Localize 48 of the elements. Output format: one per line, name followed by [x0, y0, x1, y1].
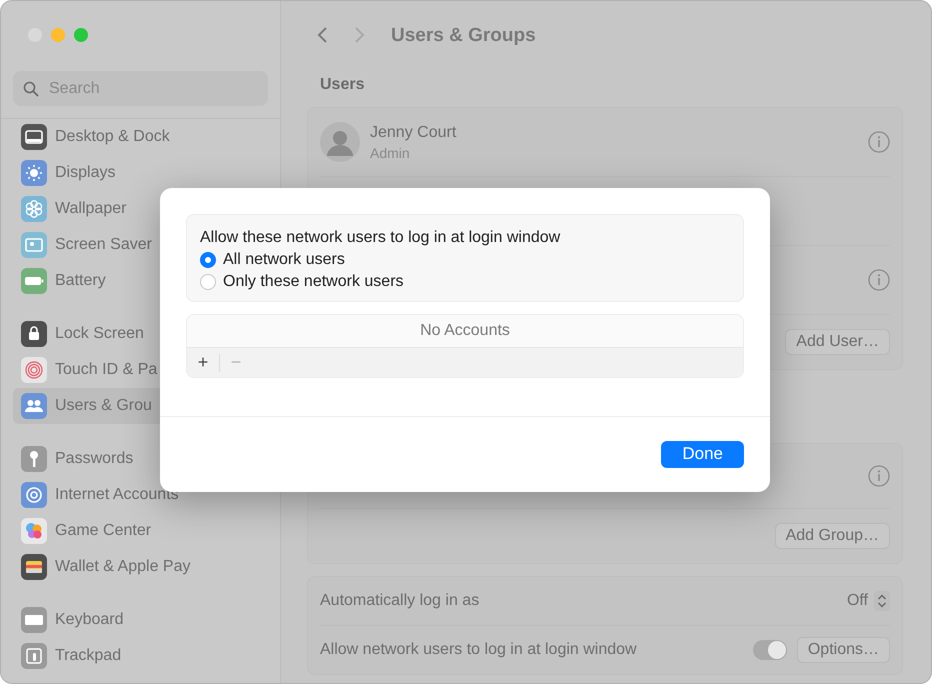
minimize-button[interactable]: [51, 28, 65, 42]
sidebar-item[interactable]: Wallet & Apple Pay: [13, 549, 268, 585]
add-button[interactable]: +: [191, 352, 215, 373]
sidebar-item[interactable]: Desktop & Dock: [13, 119, 268, 155]
sun-icon: [21, 160, 47, 186]
zoom-button[interactable]: [74, 28, 88, 42]
option-label: Automatically log in as: [320, 592, 480, 610]
chevron-right-icon: [354, 26, 366, 44]
sidebar-item[interactable]: Keyboard: [13, 602, 268, 638]
info-icon[interactable]: [868, 131, 890, 153]
stepper-icon: [874, 591, 890, 611]
section-heading: Users: [319, 75, 366, 95]
empty-list-text: No Accounts: [187, 315, 743, 348]
info-icon[interactable]: [868, 269, 890, 291]
radio-option[interactable]: Only these network users: [200, 273, 730, 291]
sidebar-item[interactable]: Passwords: [13, 441, 268, 477]
fingerprint-icon: [21, 357, 47, 383]
options-button[interactable]: Options…: [796, 637, 890, 663]
sidebar-item[interactable]: Wallpaper: [13, 191, 268, 227]
radio-button[interactable]: [200, 252, 216, 268]
wallet-icon: [21, 554, 47, 580]
bubbles-icon: [21, 518, 47, 544]
key-icon: [21, 446, 47, 472]
lock-icon: [21, 321, 47, 347]
sidebar-item[interactable]: Trackpad: [13, 638, 268, 674]
flower-icon: [21, 196, 47, 222]
toggle-switch[interactable]: [752, 640, 787, 660]
sidebar-item[interactable]: Game Center: [13, 513, 268, 549]
chevron-left-icon: [316, 26, 328, 44]
user-role: Admin: [370, 144, 411, 160]
option-label: Allow network users to log in at login window: [320, 641, 637, 659]
add-user-button[interactable]: Add User…: [785, 329, 890, 355]
battery-icon: [21, 268, 47, 294]
sidebar-item[interactable]: Displays: [13, 155, 268, 191]
user-name: Jenny Court: [370, 124, 456, 142]
avatar-icon: [320, 122, 360, 162]
page-title: Users & Groups: [391, 25, 536, 47]
add-group-button[interactable]: Add Group…: [774, 523, 890, 549]
radio-button[interactable]: [200, 274, 216, 290]
radio-option[interactable]: All network users: [200, 251, 730, 269]
dock-icon: [21, 124, 47, 150]
people-icon: [21, 393, 47, 419]
dialog-prompt: Allow these network users to log in at login window: [200, 229, 562, 247]
popup-button[interactable]: Off: [846, 591, 890, 611]
done-button[interactable]: Done: [661, 441, 744, 468]
search-icon: [23, 81, 39, 97]
info-icon[interactable]: [868, 465, 890, 487]
screen-icon: [21, 232, 47, 258]
